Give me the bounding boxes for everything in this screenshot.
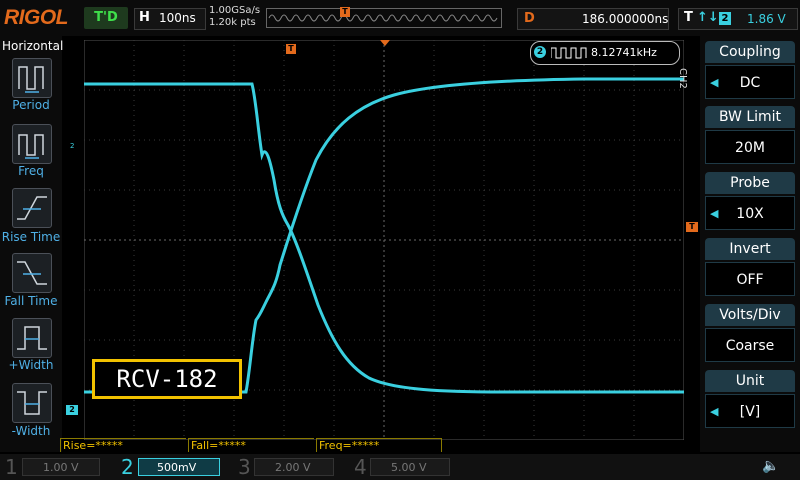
pos-width-icon	[17, 326, 47, 350]
frequency-value: 8.12741kHz	[591, 46, 657, 59]
rise-time-label: Rise Time	[1, 230, 61, 244]
freq-label: Freq	[18, 164, 44, 178]
neg-width-button[interactable]	[12, 383, 52, 423]
coupling-button[interactable]: ◀ DC	[705, 65, 795, 99]
ch2-scale: 500mV	[157, 461, 197, 474]
volts-div-button[interactable]: Coarse	[705, 328, 795, 362]
coupling-title: Coupling	[705, 41, 795, 63]
delay-box[interactable]: D 186.000000ns	[517, 8, 669, 30]
unit-value: [V]	[739, 404, 761, 420]
horizontal-letter: H	[139, 10, 150, 25]
period-button[interactable]	[12, 58, 52, 98]
center-time-marker	[380, 40, 390, 46]
invert-title: Invert	[705, 238, 795, 260]
volts-div-value: Coarse	[725, 338, 775, 354]
trigger-position-marker[interactable]: T	[286, 44, 296, 54]
coupling-value: DC	[739, 75, 761, 91]
period-label: Period	[12, 98, 50, 112]
ch2-number: 2	[121, 455, 134, 479]
trigger-letter: T	[684, 10, 693, 25]
neg-width-icon	[17, 391, 47, 415]
ch3-scale: 2.00 V	[275, 461, 311, 474]
memory-waveform-icon	[268, 14, 498, 22]
probe-label-overlay: RCV-182	[92, 359, 242, 399]
ch2-menu-tag: CH2	[677, 68, 688, 89]
probe-title: Probe	[705, 172, 795, 194]
fall-time-label: Fall Time	[4, 294, 58, 308]
frequency-counter-badge: 2 8.12741kHz	[530, 41, 680, 65]
ch4-number: 4	[354, 455, 367, 479]
trigger-box[interactable]: T ↑↓ 2 1.86 V	[678, 8, 798, 30]
left-arrow-icon: ◀	[710, 207, 719, 220]
period-icon	[18, 66, 44, 93]
ch2-scale-box[interactable]: 500mV	[138, 458, 220, 476]
delay-letter: D	[524, 11, 535, 26]
probe-value: 10X	[736, 206, 764, 222]
memory-trigger-marker: T	[340, 7, 350, 17]
freq-icon	[18, 134, 44, 159]
bw-limit-button[interactable]: 20M	[705, 130, 795, 164]
rise-measurement[interactable]: Rise=*****	[60, 438, 186, 452]
left-arrow-icon: ◀	[710, 405, 719, 418]
pos-width-button[interactable]	[12, 318, 52, 358]
trigger-edge-icon: ↑↓	[697, 10, 719, 25]
ch1-scale: 1.00 V	[43, 461, 79, 474]
square-wave-icon	[551, 47, 587, 59]
left-menu-title: Horizontal	[2, 39, 64, 53]
rigol-logo: RIGOL	[4, 6, 69, 29]
neg-width-label: -Width	[11, 424, 51, 438]
rise-time-icon	[17, 196, 47, 220]
ch1-number: 1	[5, 455, 18, 479]
left-arrow-icon: ◀	[710, 76, 719, 89]
memory-depth: 1.20k pts	[209, 17, 256, 28]
bw-limit-value: 20M	[735, 140, 765, 156]
trigger-status-badge: T'D	[84, 7, 128, 29]
freq-channel-badge: 2	[534, 46, 546, 58]
delay-value: 186.000000ns	[582, 12, 669, 26]
trigger-level-marker[interactable]: T	[686, 222, 698, 232]
ch1-scale-box[interactable]: 1.00 V	[22, 458, 100, 476]
ch2-offset-marker[interactable]: 2	[66, 405, 78, 415]
bw-limit-title: BW Limit	[705, 106, 795, 128]
unit-title: Unit	[705, 370, 795, 392]
sample-rate: 1.00GSa/s	[209, 5, 261, 16]
invert-button[interactable]: OFF	[705, 262, 795, 296]
ch2-ref-marker: 2	[70, 142, 75, 150]
rise-time-button[interactable]	[12, 188, 52, 228]
trigger-source-badge: 2	[719, 12, 731, 25]
ch3-number: 3	[238, 455, 251, 479]
volts-div-title: Volts/Div	[705, 304, 795, 326]
fall-time-button[interactable]	[12, 253, 52, 293]
freq-measurement[interactable]: Freq=*****	[316, 438, 442, 452]
fall-measurement[interactable]: Fall=*****	[188, 438, 314, 452]
sound-icon[interactable]: 🔈	[762, 458, 779, 474]
pos-width-label: +Width	[8, 358, 54, 372]
horizontal-scale-box[interactable]: H 100ns	[134, 8, 206, 30]
fall-time-icon	[17, 261, 47, 285]
unit-button[interactable]: ◀ [V]	[705, 394, 795, 428]
memory-waveform-bar	[266, 8, 502, 28]
trigger-level-value: 1.86 V	[747, 12, 786, 26]
ch3-scale-box[interactable]: 2.00 V	[254, 458, 334, 476]
freq-button[interactable]	[12, 124, 52, 164]
ch4-scale: 5.00 V	[391, 461, 427, 474]
probe-button[interactable]: ◀ 10X	[705, 196, 795, 230]
invert-value: OFF	[736, 272, 764, 288]
horizontal-scale-value: 100ns	[159, 11, 196, 25]
ch4-scale-box[interactable]: 5.00 V	[370, 458, 450, 476]
